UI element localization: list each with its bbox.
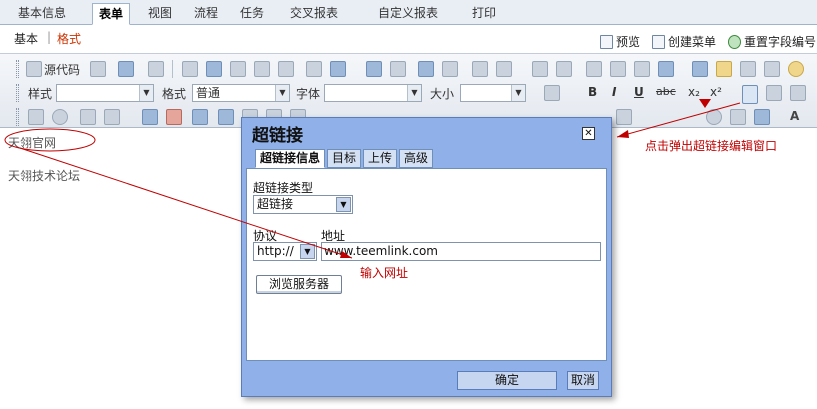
form-designer-screen: 基本信息 表单 视图 流程 任务 交叉报表 自定义报表 打印 基本 | 格式 预… [0,0,817,409]
arrow-to-dialog [616,102,741,138]
arrow-down-icon [699,99,711,108]
annotation-input-hint: 输入网址 [360,266,409,280]
arrow-to-url [19,147,353,259]
arrow-head-dialog [617,130,629,138]
highlight-ellipse [4,128,96,152]
annotation-overlay [4,99,741,259]
annotation-popup-hint: 点击弹出超链接编辑窗口 [645,139,778,153]
arrow-head-url [340,251,352,258]
